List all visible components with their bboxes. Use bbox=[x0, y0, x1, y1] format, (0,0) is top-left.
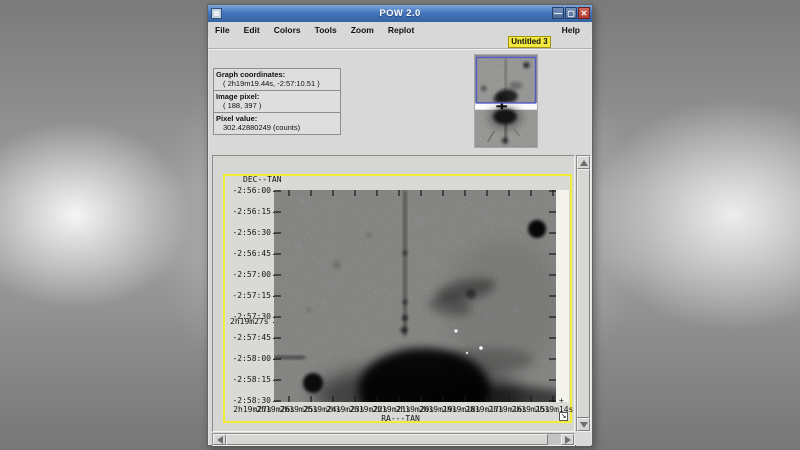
x-axis-title: RA---TAN bbox=[313, 414, 488, 423]
app-icon bbox=[211, 8, 222, 19]
tracker-label: Pixel value: bbox=[216, 114, 338, 123]
vertical-scrollbar[interactable] bbox=[576, 155, 591, 432]
menu-item-file[interactable]: File bbox=[208, 25, 237, 35]
vertical-scrollbar-thumb[interactable] bbox=[577, 169, 590, 418]
menu-item-edit[interactable]: Edit bbox=[237, 25, 267, 35]
scroll-right-arrow-icon[interactable] bbox=[561, 434, 574, 445]
minimize-button-icon[interactable]: — bbox=[552, 7, 564, 19]
tracker-row: Image pixel:( 188, 397 ) bbox=[213, 90, 341, 113]
y-tick-label: -2:58:00 bbox=[227, 354, 271, 363]
scope-thumbnail[interactable] bbox=[474, 54, 540, 150]
pow-window: POW 2.0 — ▢ ✕ FileEditColorsToolsZoomRep… bbox=[207, 4, 593, 446]
plot-canvas[interactable]: DEC--TAN -2:56:00 -2:56:15 -2:56:30 -2:56:4… bbox=[212, 155, 575, 432]
menu-item-zoom[interactable]: Zoom bbox=[344, 25, 381, 35]
menu-item-help[interactable]: Help bbox=[555, 25, 587, 35]
y-tick-label: -2:56:15 bbox=[227, 207, 271, 216]
y-axis-title: DEC--TAN bbox=[243, 175, 282, 184]
y-tick-label: -2:57:15 bbox=[227, 291, 271, 300]
menu-item-replot[interactable]: Replot bbox=[381, 25, 421, 35]
scroll-down-arrow-icon[interactable] bbox=[577, 418, 590, 431]
graph-tab-untitled-3[interactable]: Untitled 3 bbox=[508, 36, 551, 48]
menu-item-colors[interactable]: Colors bbox=[267, 25, 308, 35]
scope-image[interactable] bbox=[474, 54, 538, 148]
graph-resize-handle[interactable]: ↘ bbox=[559, 412, 568, 421]
tracker-value: ( 2h19m19.44s, -2:57:10.51 ) bbox=[216, 79, 338, 88]
y-tick-label: -2:56:00 bbox=[227, 186, 271, 195]
horizontal-scrollbar-thumb[interactable] bbox=[226, 434, 548, 445]
y-tick-label: -2:56:45 bbox=[227, 249, 271, 258]
y-tick-label: -2:57:45 bbox=[227, 333, 271, 342]
horizontal-scrollbar[interactable] bbox=[212, 433, 575, 446]
tab-row-divider bbox=[208, 48, 592, 50]
y-tick-label: -2:58:15 bbox=[227, 375, 271, 384]
tracker-panel: Graph coordinates:( 2h19m19.44s, -2:57:1… bbox=[213, 69, 341, 135]
maximize-button-icon[interactable]: ▢ bbox=[565, 7, 577, 19]
tracker-value: 302.42880249 (counts) bbox=[216, 123, 338, 132]
window-title: POW 2.0 bbox=[208, 8, 592, 19]
scrollbar-corner bbox=[576, 433, 591, 446]
y-tick-label: -2:57:00 bbox=[227, 270, 271, 279]
titlebar[interactable]: POW 2.0 — ▢ ✕ bbox=[208, 5, 592, 22]
stray-overlap-label: 2h19m27s bbox=[230, 317, 269, 326]
y-tick-label: -2:56:30 bbox=[227, 228, 271, 237]
tracker-label: Image pixel: bbox=[216, 92, 338, 101]
close-button-icon[interactable]: ✕ bbox=[578, 7, 590, 19]
tracker-row: Pixel value:302.42880249 (counts) bbox=[213, 112, 341, 135]
tracker-value: ( 188, 397 ) bbox=[216, 101, 338, 110]
menubar: FileEditColorsToolsZoomReplot Help bbox=[208, 22, 592, 37]
tracker-label: Graph coordinates: bbox=[216, 70, 338, 79]
y-tick-label: -2:58:30 bbox=[227, 396, 271, 405]
astronomy-image[interactable] bbox=[274, 190, 556, 402]
scroll-left-arrow-icon[interactable] bbox=[213, 434, 226, 445]
axis-corner-marker: + bbox=[559, 396, 564, 405]
menu-items: FileEditColorsToolsZoomReplot bbox=[208, 25, 421, 35]
menu-item-tools[interactable]: Tools bbox=[308, 25, 344, 35]
scroll-up-arrow-icon[interactable] bbox=[577, 156, 590, 169]
graph-right-margin bbox=[556, 190, 569, 402]
tracker-row: Graph coordinates:( 2h19m19.44s, -2:57:1… bbox=[213, 68, 341, 91]
